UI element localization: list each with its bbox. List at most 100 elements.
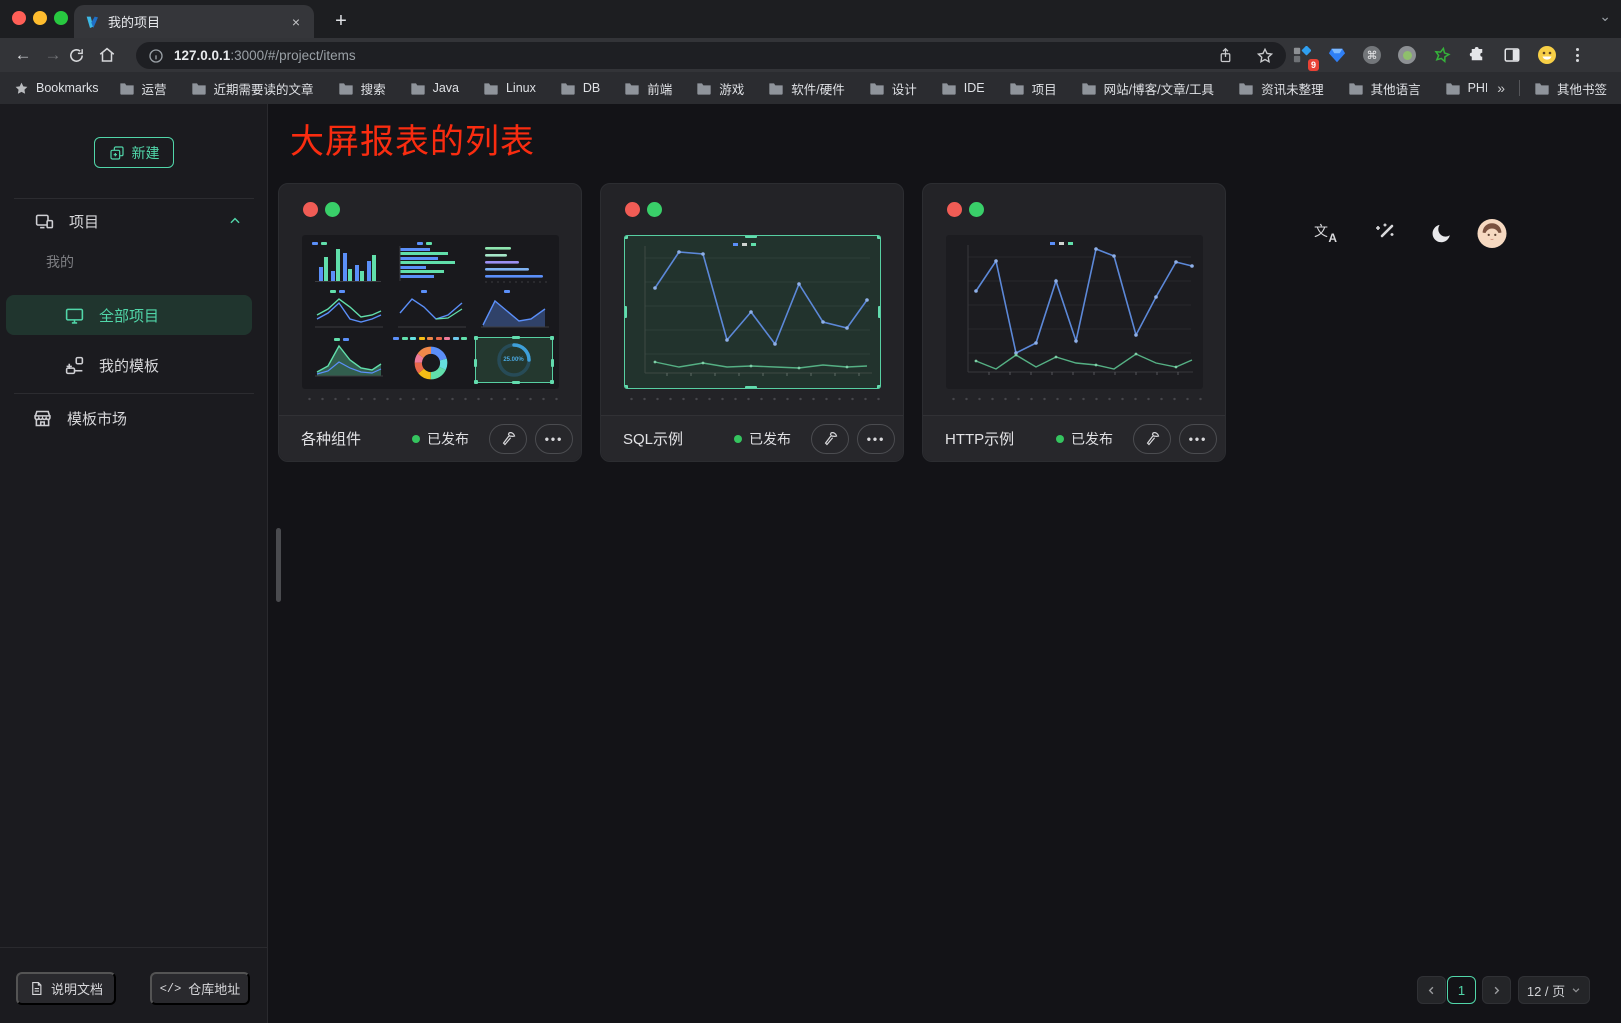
bookmark-folder[interactable]: 运营 bbox=[119, 79, 167, 98]
tab-search-icon[interactable]: ⌄ bbox=[1599, 8, 1611, 25]
chevron-up-icon[interactable] bbox=[228, 214, 242, 228]
status-badge: 已发布 bbox=[412, 429, 469, 449]
bookmarks-overflow-chevron[interactable]: » bbox=[1497, 80, 1505, 96]
page-size-select[interactable]: 12 / 页 bbox=[1518, 976, 1590, 1004]
selection-handle[interactable] bbox=[877, 235, 881, 239]
other-bookmarks-folder[interactable]: 其他书签 bbox=[1534, 79, 1607, 98]
edit-hammer-button[interactable] bbox=[1133, 424, 1171, 454]
theme-wand-icon[interactable] bbox=[1370, 218, 1400, 248]
dotted-divider bbox=[947, 397, 1203, 401]
bookmark-folder[interactable]: 资讯未整理 bbox=[1238, 79, 1324, 98]
bookmark-folder[interactable]: IDE bbox=[941, 81, 985, 95]
repo-button[interactable]: </> 仓库地址 bbox=[150, 972, 250, 1005]
card-green-dot bbox=[325, 202, 340, 217]
recorder-extension-icon[interactable] bbox=[1397, 45, 1417, 65]
green-star-extension-icon[interactable] bbox=[1432, 45, 1452, 65]
selection-handle[interactable] bbox=[624, 385, 628, 389]
bookmark-folder[interactable]: 近期需要读的文章 bbox=[191, 79, 314, 98]
mini-area-chart-green bbox=[308, 337, 387, 383]
dotted-divider bbox=[625, 397, 881, 401]
gauge-value: 25.00% bbox=[503, 357, 523, 363]
bookmark-folder[interactable]: 网站/博客/文章/工具 bbox=[1081, 79, 1214, 98]
site-info-icon[interactable] bbox=[148, 48, 164, 64]
bookmark-folder[interactable]: Java bbox=[410, 81, 459, 95]
bookmark-folder[interactable]: 搜索 bbox=[338, 79, 386, 98]
more-options-button[interactable]: ••• bbox=[1179, 424, 1217, 454]
puzzle-extensions-icon[interactable] bbox=[1467, 45, 1487, 65]
pagination-next-button[interactable] bbox=[1482, 976, 1511, 1004]
selection-handle[interactable] bbox=[624, 235, 628, 239]
bookmark-folder[interactable]: PHP bbox=[1445, 81, 1488, 95]
more-options-button[interactable]: ••• bbox=[857, 424, 895, 454]
window-close-button[interactable] bbox=[12, 11, 26, 25]
sidebar-footer: 说明文档 </> 仓库地址 bbox=[0, 947, 268, 1023]
sidebar-item-my-templates[interactable]: 我的模板 bbox=[6, 345, 252, 385]
sidebar-item-all-projects[interactable]: 全部项目 bbox=[6, 295, 252, 335]
edit-hammer-button[interactable] bbox=[811, 424, 849, 454]
home-icon[interactable] bbox=[98, 46, 128, 64]
card-footer: SQL示例 已发布 ••• bbox=[601, 415, 903, 461]
dotted-divider bbox=[303, 397, 559, 401]
bookmark-folder-list: 运营 近期需要读的文章 搜索 Java Linux DB 前端 游戏 软件/硬件… bbox=[119, 79, 1488, 98]
bookmark-star-icon[interactable] bbox=[1256, 47, 1274, 65]
more-options-button[interactable]: ••• bbox=[535, 424, 573, 454]
command-extension-icon[interactable]: ⌘ bbox=[1362, 45, 1382, 65]
url-bar[interactable]: 127.0.0.1:3000/#/project/items bbox=[136, 42, 1286, 69]
sidebar-item-template-market[interactable]: 模板市场 bbox=[32, 398, 127, 438]
project-name: SQL示例 bbox=[623, 428, 734, 449]
pagination-page-1[interactable]: 1 bbox=[1447, 976, 1476, 1004]
docs-button[interactable]: 说明文档 bbox=[16, 972, 116, 1005]
selection-handle[interactable] bbox=[877, 385, 881, 389]
mini-donut-chart bbox=[391, 337, 470, 383]
bookmark-folder[interactable]: 项目 bbox=[1009, 79, 1057, 98]
bookmark-folder[interactable]: 设计 bbox=[869, 79, 917, 98]
bookmark-folder-label: 其他语言 bbox=[1371, 79, 1421, 98]
dark-mode-moon-icon[interactable] bbox=[1427, 218, 1457, 248]
reload-icon[interactable] bbox=[68, 47, 98, 64]
window-minimize-button[interactable] bbox=[33, 11, 47, 25]
back-icon[interactable]: ← bbox=[8, 45, 38, 65]
tab-close-icon[interactable]: × bbox=[288, 14, 304, 30]
edit-hammer-button[interactable] bbox=[489, 424, 527, 454]
language-toggle-icon[interactable]: 文 A bbox=[1311, 218, 1341, 248]
share-icon[interactable] bbox=[1217, 47, 1234, 64]
card-red-dot bbox=[625, 202, 640, 217]
profile-avatar-icon[interactable] bbox=[1537, 45, 1557, 65]
sidebar-group-project[interactable]: 项目 bbox=[34, 205, 254, 237]
bookmark-folder[interactable]: Linux bbox=[483, 81, 536, 95]
mini-hbar-chart bbox=[391, 241, 470, 285]
app-page: 新建 项目 我的 全部项目 我的模板 bbox=[0, 104, 1621, 1023]
tab-manager-extension-icon[interactable]: 9 bbox=[1292, 45, 1312, 65]
bookmarks-root[interactable]: Bookmarks bbox=[14, 81, 99, 96]
new-tab-button[interactable]: + bbox=[328, 8, 354, 34]
mini-line-chart-green bbox=[308, 289, 387, 333]
gem-extension-icon[interactable] bbox=[1327, 45, 1347, 65]
browser-menu-icon[interactable] bbox=[1576, 48, 1579, 62]
bookmark-folder[interactable]: 软件/硬件 bbox=[768, 79, 844, 98]
bookmark-folder[interactable]: 游戏 bbox=[696, 79, 744, 98]
window-zoom-button[interactable] bbox=[54, 11, 68, 25]
bookmark-folder[interactable]: 其他语言 bbox=[1348, 79, 1421, 98]
mini-line-chart-blue bbox=[391, 289, 470, 333]
user-avatar[interactable] bbox=[1477, 218, 1507, 248]
selection-handle[interactable] bbox=[745, 235, 757, 238]
forward-icon[interactable]: → bbox=[38, 45, 68, 65]
tab-title: 我的项目 bbox=[108, 12, 288, 31]
project-card[interactable]: 25.00% 各种组件 已发布 bbox=[278, 183, 582, 462]
scrollbar-thumb[interactable] bbox=[276, 528, 281, 602]
selection-handle[interactable] bbox=[624, 306, 627, 318]
bookmark-folder[interactable]: DB bbox=[560, 81, 600, 95]
project-card[interactable]: HTTP示例 已发布 ••• bbox=[922, 183, 1226, 462]
bookmark-folder[interactable]: 前端 bbox=[624, 79, 672, 98]
browser-tab[interactable]: 我的项目 × bbox=[74, 5, 314, 38]
project-thumbnail bbox=[946, 235, 1203, 389]
selection-handle[interactable] bbox=[745, 386, 757, 389]
project-card[interactable]: SQL示例 已发布 ••• bbox=[600, 183, 904, 462]
bookmark-folder-label: 设计 bbox=[892, 79, 917, 98]
selection-handle[interactable] bbox=[878, 306, 881, 318]
template-blocks-icon bbox=[64, 355, 85, 376]
bookmarks-bar: Bookmarks 运营 近期需要读的文章 搜索 Java Linux DB 前… bbox=[0, 72, 1621, 104]
new-project-button[interactable]: 新建 bbox=[94, 137, 174, 168]
side-panel-icon[interactable] bbox=[1502, 45, 1522, 65]
pagination-prev-button[interactable] bbox=[1417, 976, 1446, 1004]
